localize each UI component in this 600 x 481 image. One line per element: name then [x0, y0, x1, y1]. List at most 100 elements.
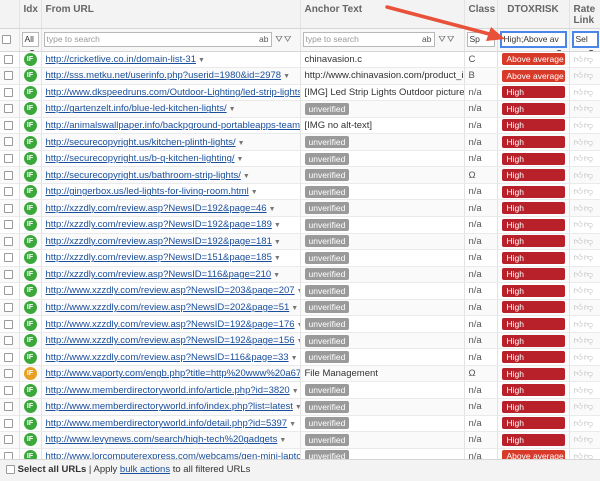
chevron-down-icon[interactable]: ▼ — [295, 404, 299, 411]
thumbs-down-icon[interactable]: 👎︎ — [584, 385, 593, 396]
from-url-link[interactable]: http://securecopyright.us/b-q-kitchen-li… — [46, 153, 235, 164]
header-idx[interactable]: Idx — [19, 0, 42, 29]
row-checkbox[interactable] — [4, 319, 13, 329]
row-checkbox[interactable] — [4, 236, 13, 246]
table-row[interactable]: IF http://gartenzelt.info/blue-led-kitche… — [0, 100, 600, 118]
chevron-down-icon[interactable]: ▼ — [279, 437, 286, 444]
thumbs-up-icon[interactable]: 👍︎ — [574, 203, 583, 214]
chevron-down-icon[interactable]: ▼ — [292, 388, 299, 395]
row-checkbox[interactable] — [4, 269, 13, 279]
row-checkbox[interactable] — [4, 435, 13, 445]
row-checkbox[interactable] — [4, 203, 13, 213]
select-all-checkbox[interactable] — [6, 464, 15, 474]
table-row[interactable]: IF http://www.xzzdly.com/review.asp?NewsI… — [0, 299, 600, 317]
chevron-down-icon[interactable]: ▼ — [297, 322, 299, 329]
from-url-link[interactable]: http://www.xzzdly.com/review.asp?NewsID=… — [46, 319, 295, 330]
thumbs-up-icon[interactable]: 👍︎ — [574, 302, 583, 313]
thumbs-down-icon[interactable]: 👎︎ — [584, 302, 593, 313]
thumbs-up-icon[interactable]: 👍︎ — [574, 120, 583, 131]
thumbs-down-icon[interactable]: 👎︎ — [584, 70, 593, 81]
from-url-link[interactable]: http://www.vaporty.com/engb.php?title=ht… — [46, 368, 300, 379]
funnel-clear-icon[interactable]: ⛛ — [447, 34, 455, 45]
row-checkbox[interactable] — [4, 220, 13, 230]
row-checkbox[interactable] — [4, 385, 13, 395]
thumbs-down-icon[interactable]: 👎︎ — [584, 335, 593, 346]
row-checkbox[interactable] — [4, 137, 13, 147]
chevron-down-icon[interactable]: ▼ — [269, 206, 276, 213]
thumbs-down-icon[interactable]: 👎︎ — [584, 269, 593, 280]
from-url-link[interactable]: http://www.memberdirectoryworld.info/det… — [46, 418, 288, 429]
chevron-down-icon[interactable]: ▼ — [229, 106, 236, 113]
from-url-link[interactable]: http://www.memberdirectoryworld.info/art… — [46, 385, 290, 396]
table-row[interactable]: IF http://cricketlive.co.in/domain-list-3… — [0, 51, 600, 69]
table-row[interactable]: IF http://www.xzzdly.com/review.asp?NewsI… — [0, 315, 600, 333]
chevron-down-icon[interactable]: ▼ — [198, 57, 205, 64]
from-url-link[interactable]: http://www.xzzdly.com/review.asp?NewsID=… — [46, 302, 290, 313]
thumbs-up-icon[interactable]: 👍︎ — [574, 70, 583, 81]
thumbs-up-icon[interactable]: 👍︎ — [574, 401, 583, 412]
row-checkbox[interactable] — [4, 87, 13, 97]
header-class[interactable]: Class — [464, 0, 498, 29]
table-row[interactable]: IF http://www.memberdirectoryworld.info/i… — [0, 398, 600, 416]
chevron-down-icon[interactable]: ▼ — [273, 272, 280, 279]
from-url-link[interactable]: http://gingerbox.us/led-lights-for-livin… — [46, 186, 249, 197]
thumbs-down-icon[interactable]: 👎︎ — [584, 319, 593, 330]
table-row[interactable]: IF http://www.xzzdly.com/review.asp?NewsI… — [0, 332, 600, 350]
thumbs-up-icon[interactable]: 👍︎ — [574, 269, 583, 280]
thumbs-up-icon[interactable]: 👍︎ — [574, 137, 583, 148]
thumbs-up-icon[interactable]: 👍︎ — [574, 87, 583, 98]
from-url-link[interactable]: http://securecopyright.us/bathroom-strip… — [46, 170, 241, 181]
table-row[interactable]: IF http://www.xzzdly.com/review.asp?NewsI… — [0, 348, 600, 366]
thumbs-down-icon[interactable]: 👎︎ — [584, 285, 593, 296]
from-url-link[interactable]: http://securecopyright.us/kitchen-plinth… — [46, 137, 236, 148]
chevron-down-icon[interactable]: ▼ — [289, 421, 296, 428]
table-row[interactable]: IF http://securecopyright.us/b-q-kitchen-… — [0, 150, 600, 168]
chevron-down-icon[interactable]: ▼ — [238, 140, 245, 147]
thumbs-up-icon[interactable]: 👍︎ — [574, 285, 583, 296]
header-rate-link[interactable]: Rate Link — [569, 0, 600, 29]
from-url-link[interactable]: http://cricketlive.co.in/domain-list-31 — [46, 54, 196, 65]
thumbs-down-icon[interactable]: 👎︎ — [584, 219, 593, 230]
thumbs-up-icon[interactable]: 👍︎ — [574, 385, 583, 396]
filter-idx-select[interactable]: All▼ — [21, 32, 39, 50]
row-checkbox[interactable] — [4, 71, 13, 81]
thumbs-up-icon[interactable]: 👍︎ — [574, 153, 583, 164]
table-row[interactable]: IF http://sss.metku.net/userinfo.php?user… — [0, 67, 600, 85]
row-checkbox[interactable] — [4, 187, 13, 197]
table-row[interactable]: IF http://xzzdly.com/review.asp?NewsID=19… — [0, 199, 600, 217]
bulk-actions-link[interactable]: bulk actions — [120, 464, 170, 475]
table-row[interactable]: IF http://animalswallpaper.info/backpgrou… — [0, 117, 600, 135]
row-checkbox[interactable] — [4, 336, 13, 346]
from-url-link[interactable]: http://www.xzzdly.com/review.asp?NewsID=… — [46, 335, 295, 346]
from-url-link[interactable]: http://www.xzzdly.com/review.asp?NewsID=… — [46, 285, 295, 296]
from-url-link[interactable]: http://www.xzzdly.com/review.asp?NewsID=… — [46, 352, 289, 363]
table-row[interactable]: IF http://www.memberdirectoryworld.info/a… — [0, 381, 600, 399]
row-checkbox[interactable] — [4, 352, 13, 362]
thumbs-up-icon[interactable]: 👍︎ — [574, 352, 583, 363]
thumbs-down-icon[interactable]: 👎︎ — [584, 54, 593, 65]
thumbs-up-icon[interactable]: 👍︎ — [574, 219, 583, 230]
table-row[interactable]: IF http://gingerbox.us/led-lights-for-liv… — [0, 183, 600, 201]
filter-class-select[interactable]: Sp — [466, 32, 495, 47]
table-row[interactable]: IF http://xzzdly.com/review.asp?NewsID=19… — [0, 233, 600, 251]
chevron-down-icon[interactable]: ▼ — [274, 222, 281, 229]
from-url-link[interactable]: http://xzzdly.com/review.asp?NewsID=151&… — [46, 252, 272, 263]
select-all-label[interactable]: Select all URLs — [18, 464, 87, 475]
filter-select-checkbox[interactable] — [2, 34, 11, 44]
thumbs-up-icon[interactable]: 👍︎ — [574, 103, 583, 114]
row-checkbox[interactable] — [4, 253, 13, 263]
chevron-down-icon[interactable]: ▼ — [251, 189, 258, 196]
from-url-link[interactable]: http://xzzdly.com/review.asp?NewsID=116&… — [46, 269, 272, 280]
thumbs-down-icon[interactable]: 👎︎ — [584, 186, 593, 197]
table-row[interactable]: IF http://xzzdly.com/review.asp?NewsID=11… — [0, 266, 600, 284]
header-anchor-text[interactable]: Anchor Text — [300, 0, 465, 29]
header-from-url[interactable]: From URL — [41, 0, 301, 29]
table-row[interactable]: IF http://www.levynews.com/search/high-te… — [0, 431, 600, 449]
row-checkbox[interactable] — [4, 154, 13, 164]
filter-url-input[interactable]: type to search ab — [43, 32, 272, 47]
row-checkbox[interactable] — [4, 104, 13, 114]
thumbs-up-icon[interactable]: 👍︎ — [574, 236, 583, 247]
thumbs-up-icon[interactable]: 👍︎ — [574, 319, 583, 330]
row-checkbox[interactable] — [4, 170, 13, 180]
from-url-link[interactable]: http://www.memberdirectoryworld.info/ind… — [46, 401, 293, 412]
